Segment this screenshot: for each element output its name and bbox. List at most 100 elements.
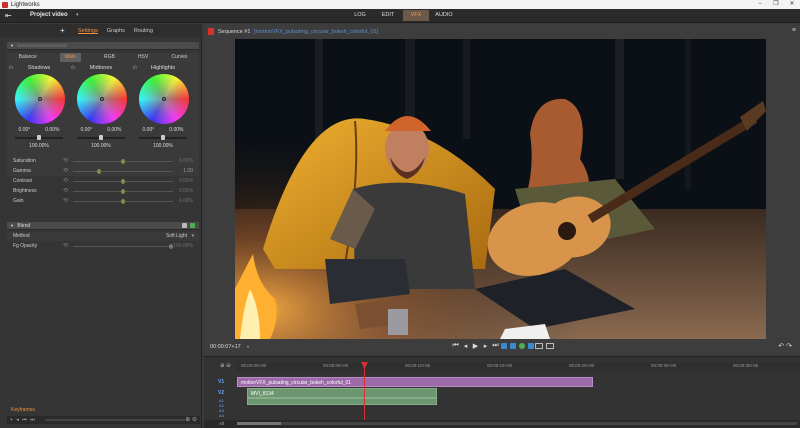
param-slider[interactable] <box>73 199 173 204</box>
safe-area-icon[interactable] <box>535 343 543 349</box>
chevron-down-icon[interactable]: ▾ <box>76 12 79 18</box>
keyframe-icon[interactable] <box>182 223 187 228</box>
collapse-arrow-icon[interactable]: ▼ <box>10 43 14 48</box>
blend-header[interactable]: ▼ Blend <box>7 222 199 230</box>
param-slider[interactable] <box>73 159 173 164</box>
midtones-color-wheel[interactable] <box>77 74 127 124</box>
sequence-name[interactable]: Sequence #1 <box>218 29 250 35</box>
param-slider[interactable] <box>73 189 173 194</box>
zoom-icon[interactable]: ⊕ ⊖ <box>220 363 231 369</box>
slider-knob[interactable] <box>99 135 103 140</box>
enable-toggle[interactable] <box>190 223 195 228</box>
param-value[interactable]: 0.00% <box>179 177 193 186</box>
tab-hsv[interactable]: HSV <box>138 53 148 62</box>
wheel-level-slider[interactable] <box>139 135 187 140</box>
video-clip[interactable]: MVI_8134 <box>247 388 437 398</box>
tab-graphs[interactable]: Graphs <box>107 28 125 34</box>
keyframe-nav-icons[interactable]: + ◂ ⏮ ⏭ <box>10 417 36 423</box>
menu-icon[interactable]: ≡ <box>792 27 796 34</box>
undo-button[interactable]: ↶ <box>778 343 786 350</box>
wheel-level-value[interactable]: 100.00% <box>71 143 131 149</box>
wheel-level-slider[interactable] <box>15 135 63 140</box>
reset-icon[interactable]: ⟲ <box>63 167 68 176</box>
slider-knob[interactable] <box>121 179 125 184</box>
all-label[interactable]: All <box>219 421 224 426</box>
timecode-display[interactable]: 00:00:07+17 <box>210 344 241 350</box>
track-label[interactable]: V1 <box>218 379 224 385</box>
tab-edit[interactable]: EDIT <box>375 10 401 21</box>
slider-knob[interactable] <box>161 135 165 140</box>
exit-icon[interactable]: ⇤ <box>5 12 15 20</box>
tab-rgb[interactable]: RGB <box>104 53 115 62</box>
param-slider[interactable] <box>73 179 173 184</box>
wheel-handle[interactable] <box>100 97 104 101</box>
tab-routing[interactable]: Routing <box>134 28 153 34</box>
slider-knob[interactable] <box>97 169 101 174</box>
tab-vfx[interactable]: VFX <box>403 10 429 21</box>
colour-correction-header[interactable]: ▼ <box>7 42 199 50</box>
slider-knob[interactable] <box>121 199 125 204</box>
mark-out-icon[interactable] <box>510 343 516 349</box>
wheel-sat-value[interactable]: 0.00% <box>107 127 121 133</box>
wheel-hue-value[interactable]: 0.00° <box>19 127 31 133</box>
param-value[interactable]: 100.00% <box>173 242 193 251</box>
insert-icon[interactable] <box>528 343 534 349</box>
param-slider[interactable] <box>73 244 173 249</box>
param-value[interactable]: 0.00% <box>179 197 193 206</box>
minimize-button[interactable]: − <box>752 0 768 9</box>
param-value[interactable]: 0.00% <box>179 157 193 166</box>
blend-method-select[interactable]: Soft Light <box>166 232 187 241</box>
wheel-level-value[interactable]: 100.00% <box>9 143 69 149</box>
reset-icon[interactable]: ⟲ <box>63 187 68 196</box>
redo-button[interactable]: ↷ <box>786 343 794 350</box>
slider-knob[interactable] <box>37 135 41 140</box>
param-value[interactable]: 1.00 <box>183 167 193 176</box>
playhead[interactable] <box>364 362 365 420</box>
mark-in-icon[interactable] <box>501 343 507 349</box>
record-icon[interactable] <box>208 28 214 35</box>
wheel-sat-value[interactable]: 0.00% <box>45 127 59 133</box>
plus-icon[interactable]: + <box>60 26 65 35</box>
collapse-arrow-icon[interactable]: ▼ <box>10 223 14 228</box>
chevron-down-icon[interactable]: ▾ <box>247 344 249 349</box>
tab-balance[interactable]: Balance <box>19 53 37 62</box>
go-to-end-button[interactable]: ⏭ <box>492 342 499 350</box>
param-value[interactable]: 0.00% <box>179 187 193 196</box>
track-label[interactable]: V2 <box>218 390 224 396</box>
slider-knob[interactable] <box>121 189 125 194</box>
fx-clip[interactable]: motionVFX_pulsating_circular_bokeh_color… <box>237 377 593 387</box>
wheel-sat-value[interactable]: 0.00% <box>169 127 183 133</box>
go-to-start-button[interactable]: ⏮ <box>452 342 459 350</box>
tab-audio[interactable]: AUDIO <box>431 10 457 21</box>
project-name[interactable]: Project video <box>30 12 68 18</box>
tab-curves[interactable]: Curves <box>172 53 188 62</box>
param-slider[interactable] <box>73 169 173 174</box>
video-clip-lower[interactable] <box>247 398 437 405</box>
scroll-thumb[interactable] <box>237 422 281 425</box>
wheel-level-slider[interactable] <box>77 135 125 140</box>
track-label[interactable]: A4 <box>219 413 224 418</box>
tab-main[interactable]: Main <box>59 53 81 62</box>
wheel-hue-value[interactable]: 0.00° <box>81 127 93 133</box>
keyframe-track[interactable] <box>45 419 185 421</box>
reset-icon[interactable]: ⟲ <box>63 197 68 206</box>
zoom-icon[interactable]: ⊕ ⊖ <box>185 416 197 423</box>
wheel-handle[interactable] <box>38 97 42 101</box>
timeline-ruler[interactable]: 00:00:00+00 00:00:05+00 00:00:10+00 00:0… <box>237 362 800 371</box>
highlights-color-wheel[interactable] <box>139 74 189 124</box>
play-button[interactable]: ▶ <box>472 342 479 350</box>
reset-icon[interactable]: ⟲ <box>63 242 68 251</box>
wheel-handle[interactable] <box>162 97 166 101</box>
tab-settings[interactable]: Settings <box>78 28 98 34</box>
wheel-level-value[interactable]: 100.00% <box>133 143 193 149</box>
reset-icon[interactable]: ⟲ <box>63 177 68 186</box>
close-button[interactable]: ✕ <box>784 0 800 9</box>
maximize-button[interactable]: ❐ <box>768 0 784 9</box>
wheel-hue-value[interactable]: 0.00° <box>143 127 155 133</box>
shadows-color-wheel[interactable] <box>15 74 65 124</box>
scroll-track[interactable] <box>237 422 797 425</box>
slider-knob[interactable] <box>121 159 125 164</box>
tab-log[interactable]: LOG <box>347 10 373 21</box>
chevron-down-icon[interactable]: ▾ <box>191 232 194 241</box>
video-frame[interactable] <box>235 39 766 339</box>
